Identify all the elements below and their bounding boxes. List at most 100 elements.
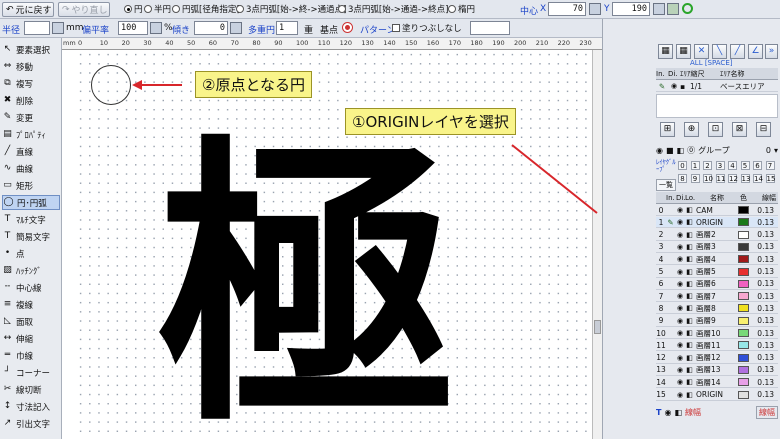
layer-row[interactable]: 9 ◉ ◧ 画層9 0.13 <box>656 316 778 327</box>
layer-row[interactable]: 4 ◉ ◧ 画層4 0.13 <box>656 254 778 266</box>
layer-row[interactable]: 7 ◉ ◧ 画層7 0.13 <box>656 291 778 303</box>
tool-multitext[interactable]: T ﾏﾙﾁ文字 <box>2 212 60 227</box>
tool-point[interactable]: • 点 <box>2 246 60 261</box>
eye-icon[interactable]: ◉ <box>675 231 685 239</box>
color-swatch[interactable] <box>738 230 749 239</box>
tool-rect[interactable]: ▭ 矩形 <box>2 178 60 193</box>
group-number-button[interactable]: 2 <box>703 161 712 170</box>
tilt-pick-icon[interactable] <box>230 22 242 34</box>
tool-line[interactable]: ╱ 直線 <box>2 144 60 159</box>
grid-icon[interactable]: ▦ <box>658 44 673 59</box>
eye-icon[interactable]: ◉ <box>675 206 685 214</box>
eye-icon[interactable]: ◉ <box>675 268 685 276</box>
layer-row[interactable]: 8 ◉ ◧ 画層8 0.13 <box>656 303 778 315</box>
group-number-button[interactable]: 4 <box>728 161 737 170</box>
lock-icon[interactable]: ◧ <box>685 218 694 226</box>
tool-stretch[interactable]: ↔ 伸縮 <box>2 331 60 346</box>
radio-circle[interactable]: 円 <box>124 3 143 15</box>
lock-icon[interactable]: ◧ <box>685 255 694 263</box>
drawing-canvas[interactable]: mm 0 10 20 30 40 50 60 70 80 90 100 110 120 130 140 150… <box>62 38 602 439</box>
group-number-button[interactable]: 3 <box>715 161 725 170</box>
eye-icon[interactable]: ◉ <box>675 218 685 226</box>
base-point-icon[interactable] <box>342 22 353 33</box>
group-number-button[interactable]: 10 <box>703 174 713 183</box>
diag2-icon[interactable]: ╱ <box>730 44 745 59</box>
eye-icon[interactable]: ◉ <box>675 378 685 386</box>
lock-icon[interactable]: ◧ <box>685 329 694 337</box>
panel-tool-2-icon[interactable]: ⊕ <box>684 122 699 137</box>
text-icon[interactable]: T <box>656 408 661 417</box>
layer-row[interactable]: 11 ◉ ◧ 画層11 0.13 <box>656 340 778 352</box>
panel-tool-4-icon[interactable]: ⊠ <box>732 122 747 137</box>
group-number-button[interactable]: 8 <box>678 174 687 183</box>
color-swatch[interactable] <box>738 304 749 313</box>
lock-icon[interactable]: ◧ <box>685 292 694 300</box>
area-row[interactable]: ✎ ◉ ▪ 1/1 ベースエリア <box>656 81 778 92</box>
tool-multiline[interactable]: ≡ 複線 <box>2 297 60 312</box>
lock-icon[interactable]: ◧ <box>674 408 682 417</box>
eye-icon[interactable]: ◉ <box>675 304 685 312</box>
group-number-button[interactable]: 13 <box>740 174 750 183</box>
tool-corner[interactable]: ┘ コーナー <box>2 365 60 380</box>
tilt-input[interactable]: 0 <box>194 21 228 35</box>
layer-row[interactable]: 5 ◉ ◧ 画層5 0.13 <box>656 267 778 278</box>
group-number-button[interactable]: 5 <box>740 161 750 170</box>
group-selector[interactable]: ◉ ■ ◧ ⓪ グループ 0 ▾ <box>656 144 778 157</box>
confirm-icon[interactable] <box>667 3 679 15</box>
tool-chamfer[interactable]: ◺ 面取 <box>2 314 60 329</box>
group-number-button[interactable]: 7 <box>765 161 775 170</box>
group-number-button[interactable]: 9 <box>690 174 700 183</box>
lock-icon[interactable]: ◧ <box>685 341 694 349</box>
color-swatch[interactable] <box>738 279 749 288</box>
multi-circle-select[interactable]: 1 <box>276 21 298 35</box>
fill-checkbox[interactable]: 塗りつぶしなし <box>392 22 462 34</box>
lock-icon[interactable]: ◧ <box>685 378 694 386</box>
eye-icon[interactable]: ◉ <box>664 408 671 417</box>
center-y-input[interactable]: 190 <box>612 2 650 16</box>
grid2-icon[interactable]: ▦ <box>676 44 691 59</box>
panel-tool-5-icon[interactable]: ⊟ <box>756 122 771 137</box>
list-button[interactable]: 一覧 <box>656 179 676 191</box>
color-swatch[interactable] <box>738 378 749 387</box>
color-swatch[interactable] <box>738 242 749 251</box>
eye-icon[interactable]: ◉ <box>675 243 685 251</box>
color-swatch[interactable] <box>738 341 749 350</box>
tool-property[interactable]: ▤ ﾌﾟﾛﾊﾟﾃｨ <box>2 127 60 142</box>
eye-icon[interactable]: ◉ <box>675 329 685 337</box>
redo-button[interactable]: ↷ やり直し <box>58 2 110 17</box>
tool-circle[interactable]: ◯ 円･円弧 <box>2 195 60 210</box>
eye-icon[interactable]: ◉ <box>675 317 685 325</box>
color-swatch[interactable] <box>738 218 749 227</box>
eye-icon[interactable]: ◉ <box>675 366 685 374</box>
more-icon[interactable]: » <box>765 44 778 59</box>
panel-tool-3-icon[interactable]: ⊡ <box>708 122 723 137</box>
panel-tool-1-icon[interactable]: ⊞ <box>660 122 675 137</box>
pattern-select[interactable] <box>470 21 510 35</box>
cross-icon[interactable]: ✕ <box>694 44 709 59</box>
tool-curve[interactable]: ∿ 曲線 <box>2 161 60 176</box>
color-swatch[interactable] <box>738 390 749 399</box>
group-number-button[interactable]: 15 <box>765 174 775 183</box>
color-swatch[interactable] <box>738 353 749 362</box>
group-number-button[interactable]: 1 <box>690 161 700 170</box>
layer-row[interactable]: 1 ✎ ◉ ◧ ORIGIN 0.13 <box>656 217 778 229</box>
layer-row[interactable]: 12 ◉ ◧ 画層12 0.13 <box>656 353 778 364</box>
layer-row[interactable]: 13 ◉ ◧ 画層13 0.13 <box>656 365 778 376</box>
tool-move[interactable]: ⇔ 移動 <box>2 59 60 74</box>
group-number-button[interactable]: 0 <box>678 161 687 170</box>
group-number-button[interactable]: 6 <box>753 161 762 170</box>
color-swatch[interactable] <box>738 206 749 214</box>
x-pick-icon[interactable] <box>589 3 601 15</box>
tool-leader[interactable]: ↗ 引出文字 <box>2 416 60 431</box>
lock-icon[interactable]: ◧ <box>685 304 694 312</box>
color-swatch[interactable] <box>738 292 749 301</box>
lock-icon[interactable]: ◧ <box>685 317 694 325</box>
line-width-button[interactable]: 線幅 <box>756 405 778 419</box>
lock-icon[interactable]: ◧ <box>685 280 694 288</box>
radius-pick-icon[interactable] <box>52 22 64 34</box>
lock-icon[interactable]: ◧ <box>685 268 694 276</box>
color-swatch[interactable] <box>738 365 749 374</box>
eye-icon[interactable]: ◉ <box>675 255 685 263</box>
eye-icon[interactable]: ◉ <box>675 391 685 399</box>
radio-ellipse[interactable]: 楕円 <box>448 3 475 15</box>
